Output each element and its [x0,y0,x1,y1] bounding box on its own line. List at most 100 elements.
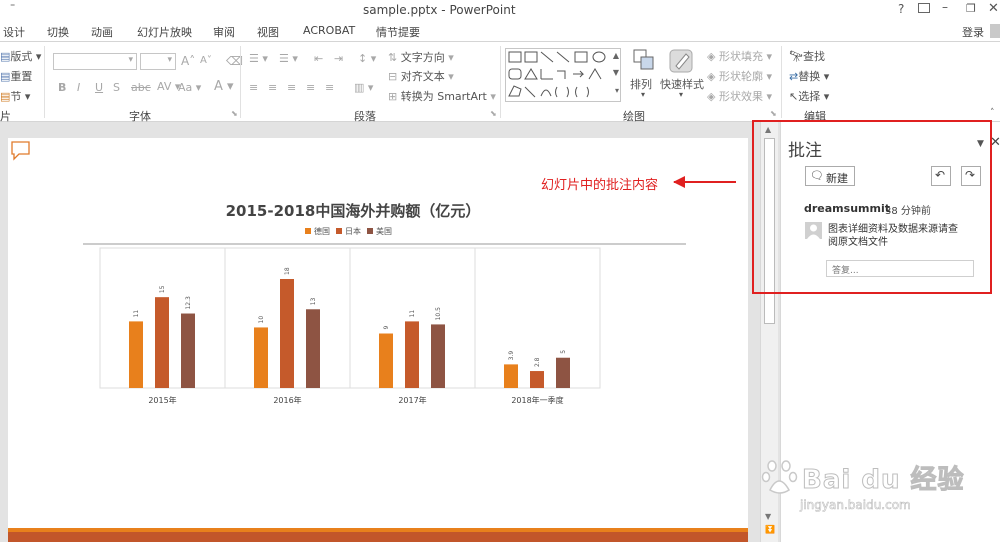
data-label-0-2: 12.3 [185,296,192,310]
shapes-gallery-icons [508,51,606,98]
bar-2-0 [379,333,393,388]
shape-effects-button[interactable]: ◈ 形状效果 ▾ [707,88,772,104]
layout-button[interactable]: ▤版式 ▾ [0,48,41,64]
bold-icon[interactable]: B [58,81,66,94]
grow-font-icon[interactable]: A˄ [181,54,195,68]
italic-icon[interactable]: I [77,81,80,94]
section-button[interactable]: ▤节 ▾ [0,88,30,104]
tab-review[interactable]: 审阅 [213,24,235,40]
help-icon[interactable]: ? [898,2,904,16]
category-label-1: 2016年 [273,395,301,405]
shape-fill-button[interactable]: ◈ 形状填充 ▾ [707,48,772,64]
distribute-icon[interactable]: ≡ [325,81,334,94]
tab-acrobat[interactable]: ACROBAT [303,24,355,37]
font-name-combo[interactable]: ▾ [53,53,137,70]
align-right-icon[interactable]: ≡ [287,81,296,94]
chart-title: 2015-2018中国海外并购额（亿元） [226,202,481,220]
title-bar: ⁼ sample.pptx - PowerPoint ? – ❐ ✕ [0,0,1000,20]
tab-animations[interactable]: 动画 [91,24,113,40]
underline-icon[interactable]: U [95,81,103,94]
category-labels: 2015年 2016年 2017年 2018年一季度 [148,395,563,405]
data-label-0-1: 15 [159,285,166,293]
shrink-font-icon[interactable]: A˅ [200,55,212,66]
gallery-scroll-down-icon[interactable]: ▼ [613,68,619,77]
font-size-combo[interactable]: ▾ [140,53,176,70]
line-spacing-icon[interactable]: ↕ ▾ [358,52,376,65]
data-label-2-1: 11 [409,310,416,318]
collapse-ribbon-icon[interactable]: ˄ [990,108,995,118]
align-text-button[interactable]: ⊟ 对齐文本 ▾ [388,68,454,84]
data-label-3-0: 3.9 [508,351,515,361]
bar-1-2 [306,309,320,388]
watermark-brand: Bai du 经验 [802,465,965,496]
arrange-icon[interactable] [632,48,656,72]
watermark-url: jingyan.baidu.com [800,498,911,513]
tab-slideshow[interactable]: 幻灯片放映 [137,24,192,40]
text-direction-button[interactable]: ⇅ 文字方向 ▾ [388,49,454,65]
gallery-more-icon[interactable]: ▾ [615,86,619,95]
tab-storyboard[interactable]: 情节提要 [376,24,420,40]
bullets-icon[interactable]: ☰ ▾ [249,52,268,65]
replace-button[interactable]: ⇄替换 ▾ [789,68,829,84]
paragraph-dialog-launcher-icon[interactable]: ⬊ [490,109,497,118]
highlight-box [752,120,992,294]
bars-group: 11 15 12.3 10 18 13 9 11 10.5 3.9 2.8 5 [129,248,570,388]
quick-styles-icon[interactable] [668,48,696,76]
align-left-icon[interactable]: ≡ [249,81,258,94]
category-label-3: 2018年一季度 [511,395,563,405]
shadow-icon[interactable]: S [113,81,120,94]
bar-0-0 [129,321,143,388]
bar-chart: 2015-2018中国海外并购额（亿元） 德国 日本 美国 11 15 12.3 10 18… [83,202,686,405]
numbering-icon[interactable]: ☰ ▾ [279,52,298,65]
quick-access-chevron-icon[interactable]: ⁼ [10,2,15,13]
reset-button[interactable]: ▤重置 [0,68,32,84]
shapes-gallery[interactable]: ▲ ▼ ▾ [505,48,621,102]
ribbon-display-icon[interactable] [918,3,930,13]
arrange-dropdown-icon[interactable]: ▾ [641,90,645,99]
divider [44,46,45,118]
strikethrough-icon[interactable]: abc [131,81,151,94]
tab-view[interactable]: 视图 [257,24,279,40]
columns-icon[interactable]: ▥ ▾ [354,81,373,94]
window-title: sample.pptx - PowerPoint [363,3,516,17]
legend-label-2: 美国 [376,226,392,236]
shape-outline-button[interactable]: ◈ 形状轮廓 ▾ [707,68,772,84]
bar-2-1 [405,321,419,388]
increase-indent-icon[interactable]: ⇥ [334,52,343,65]
slide-workspace: 幻灯片中的批注内容 2015-2018中国海外并购额（亿元） 德国 日本 美国 11… [0,122,780,542]
decrease-indent-icon[interactable]: ⇤ [314,52,323,65]
bar-0-2 [181,313,195,388]
tab-transitions[interactable]: 切换 [47,24,69,40]
quick-styles-dropdown-icon[interactable]: ▾ [679,90,683,99]
scroll-down-icon[interactable]: ▼ [765,512,771,521]
minimize-icon[interactable]: – [942,0,948,14]
paw-logo-icon [760,456,800,496]
tab-design[interactable]: 设计 [3,24,25,40]
font-dialog-launcher-icon[interactable]: ⬊ [231,109,238,118]
restore-icon[interactable]: ❐ [966,2,976,15]
char-spacing-icon[interactable]: AV ▾ [157,80,180,93]
smartart-button[interactable]: ⊞ 转换为 SmartArt ▾ [388,88,496,104]
data-label-3-1: 2.8 [534,357,541,367]
gallery-scroll-up-icon[interactable]: ▲ [613,51,619,60]
align-center-icon[interactable]: ≡ [268,81,277,94]
data-label-3-2: 5 [560,350,567,354]
justify-icon[interactable]: ≡ [306,81,315,94]
data-label-2-2: 10.5 [435,307,442,321]
font-color-icon[interactable]: A ▾ [214,79,234,94]
next-slide-icon[interactable]: ⏬ [765,525,775,534]
find-button[interactable]: 🔭︎查找 [789,48,825,64]
close-window-icon[interactable]: ✕ [988,1,999,16]
ribbon: ▤版式 ▾ ▤重置 ▤节 ▾ 片 ▾ ▾ A˄ A˅ ⌫ B I U S abc… [0,42,1000,123]
select-button[interactable]: ↖选择 ▾ [789,88,829,104]
category-label-0: 2015年 [148,395,176,405]
bar-3-0 [504,364,518,388]
data-label-1-1: 18 [284,267,291,275]
slide-canvas[interactable]: 幻灯片中的批注内容 2015-2018中国海外并购额（亿元） 德国 日本 美国 11… [8,138,748,542]
bar-0-1 [155,297,169,388]
signin-link[interactable]: 登录 [962,24,984,40]
drawing-dialog-launcher-icon[interactable]: ⬊ [770,109,777,118]
change-case-icon[interactable]: Aa ▾ [178,81,201,94]
baidu-watermark: Bai du 经验 [760,456,964,496]
legend-swatch-0 [305,228,311,234]
